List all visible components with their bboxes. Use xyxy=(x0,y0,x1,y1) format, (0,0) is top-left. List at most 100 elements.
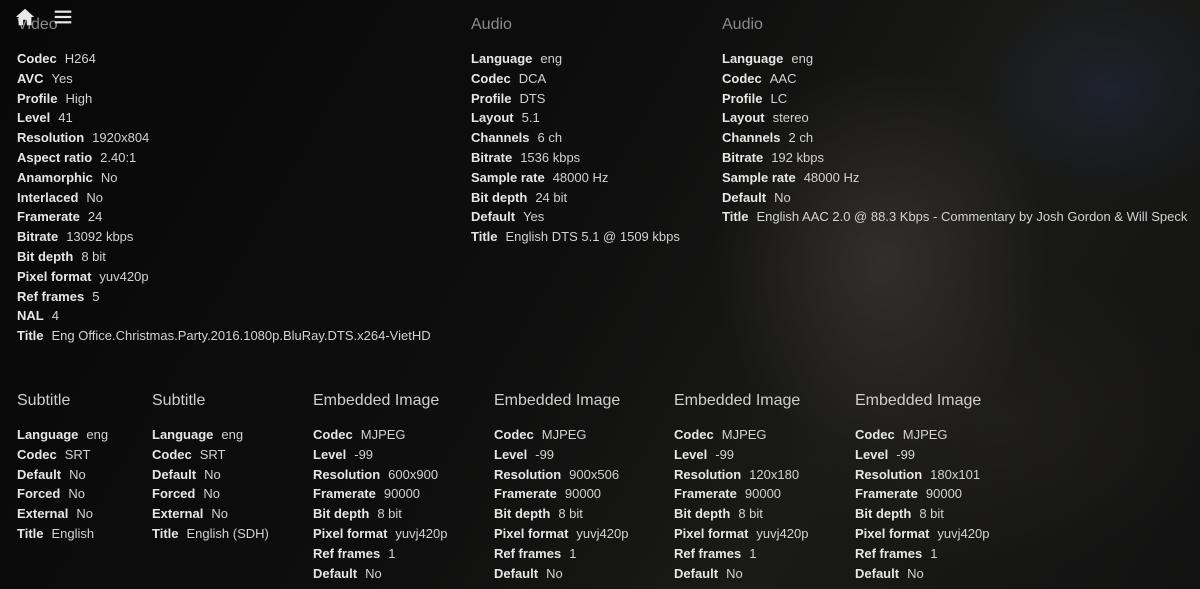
info-label: Framerate xyxy=(674,486,737,502)
info-value: 600x900 xyxy=(388,466,439,482)
info-row: Forced No xyxy=(152,484,269,504)
info-row: Default No xyxy=(494,564,628,584)
info-label: Resolution xyxy=(855,466,923,482)
info-value: MJPEG xyxy=(541,427,587,442)
info-label: Interlaced xyxy=(17,189,79,205)
info-value: No xyxy=(69,466,86,482)
section-title: Audio xyxy=(722,16,763,33)
info-row: Profile High xyxy=(17,89,431,109)
info-row: Codec H264 xyxy=(17,49,431,69)
info-label: Anamorphic xyxy=(17,169,93,185)
info-value: DCA xyxy=(518,70,547,86)
info-label: Pixel format xyxy=(494,525,569,541)
info-label: Codec xyxy=(313,427,353,442)
audio-stream-section-1: Audio Language eng Codec DCA Profile DTS La… xyxy=(471,14,680,247)
info-value: 90000 xyxy=(383,486,421,502)
info-row: Anamorphic No xyxy=(17,168,431,188)
info-row: Level -99 xyxy=(313,445,447,465)
info-row: Default No xyxy=(722,188,1187,208)
info-label: Level xyxy=(674,446,708,462)
info-value: No xyxy=(76,506,93,522)
info-label: Title xyxy=(722,209,749,225)
info-row: Framerate 24 xyxy=(17,207,431,227)
info-row: Title English AAC 2.0 @ 88.3 Kbps - Comme… xyxy=(722,207,1187,227)
section-title: Embedded Image xyxy=(313,392,440,409)
info-label: Ref frames xyxy=(494,545,562,561)
info-label: Language xyxy=(722,51,784,66)
info-label: Codec xyxy=(722,70,762,86)
info-label: Pixel format xyxy=(855,525,930,541)
info-label: Resolution xyxy=(313,466,381,482)
info-row: Framerate 90000 xyxy=(313,484,447,504)
info-label: Language xyxy=(152,427,214,442)
info-value: English (SDH) xyxy=(186,525,269,541)
info-label: Framerate xyxy=(17,209,80,225)
info-label: Level xyxy=(855,446,889,462)
info-row: Codec DCA xyxy=(471,69,680,89)
info-value: 900x506 xyxy=(569,466,620,482)
info-value: 8 bit xyxy=(738,506,763,522)
info-row: Framerate 90000 xyxy=(494,484,628,504)
section-title: Embedded Image xyxy=(674,392,801,409)
info-value: 192 kbps xyxy=(771,149,824,165)
info-label: Ref frames xyxy=(855,545,923,561)
info-row: Default No xyxy=(17,465,108,485)
info-row: Aspect ratio 2.40:1 xyxy=(17,148,431,168)
info-label: Resolution xyxy=(494,466,562,482)
info-value: 1920x804 xyxy=(92,130,150,146)
subtitle-stream-section-1: Subtitle Language eng Codec SRT Default No … xyxy=(17,390,108,544)
info-label: Bit depth xyxy=(471,189,528,205)
section-title: Video xyxy=(17,16,58,33)
info-row: Codec MJPEG xyxy=(494,425,628,445)
info-label: Codec xyxy=(17,51,57,66)
info-row: Resolution 180x101 xyxy=(855,465,989,485)
info-row: Bitrate 192 kbps xyxy=(722,148,1187,168)
info-label: Profile xyxy=(17,90,58,106)
info-value: 5 xyxy=(92,288,100,304)
info-value: 120x180 xyxy=(749,466,800,482)
info-row: Level -99 xyxy=(674,445,808,465)
info-row: Bit depth 24 bit xyxy=(471,188,680,208)
info-label: Level xyxy=(494,446,528,462)
info-value: 1 xyxy=(388,545,396,561)
info-value: 8 bit xyxy=(919,506,944,522)
info-label: Default xyxy=(855,565,900,581)
info-label: Channels xyxy=(471,130,530,146)
embedded-image-section-4: Embedded Image Codec MJPEG Level -99 Resol… xyxy=(855,390,989,583)
top-nav xyxy=(14,6,74,28)
info-label: Profile xyxy=(722,90,763,106)
info-value: AAC xyxy=(769,70,797,86)
info-row: Layout 5.1 xyxy=(471,108,680,128)
menu-icon[interactable] xyxy=(52,6,74,28)
info-row: Pixel format yuvj420p xyxy=(855,524,989,544)
info-label: Default xyxy=(722,189,767,205)
info-row: Framerate 90000 xyxy=(674,484,808,504)
info-label: Default xyxy=(494,565,539,581)
info-row: Ref frames 1 xyxy=(674,544,808,564)
info-value: No xyxy=(365,565,382,581)
info-label: Title xyxy=(17,328,44,344)
info-row: Interlaced No xyxy=(17,188,431,208)
info-row: Resolution 120x180 xyxy=(674,465,808,485)
info-label: Level xyxy=(313,446,347,462)
info-label: Pixel format xyxy=(17,268,92,284)
info-value: 5.1 xyxy=(521,110,540,126)
info-row: External No xyxy=(152,504,269,524)
info-label: External xyxy=(152,506,204,522)
info-label: NAL xyxy=(17,308,44,324)
video-stream-section: Video Codec H264 AVC Yes Profile High Level… xyxy=(17,14,431,346)
info-row: Bit depth 8 bit xyxy=(494,504,628,524)
info-row: Bitrate 1536 kbps xyxy=(471,148,680,168)
section-title: Audio xyxy=(471,16,512,33)
info-row: Codec MJPEG xyxy=(313,425,447,445)
info-value: Eng Office.Christmas.Party.2016.1080p.Bl… xyxy=(51,328,431,344)
info-label: Framerate xyxy=(313,486,376,502)
info-value: H264 xyxy=(64,51,96,66)
info-row: Resolution 600x900 xyxy=(313,465,447,485)
home-icon[interactable] xyxy=(14,6,36,28)
info-value: 48000 Hz xyxy=(803,169,860,185)
info-label: Ref frames xyxy=(17,288,85,304)
info-label: Codec xyxy=(471,70,511,86)
info-value: -99 xyxy=(896,446,916,462)
info-label: External xyxy=(17,506,69,522)
